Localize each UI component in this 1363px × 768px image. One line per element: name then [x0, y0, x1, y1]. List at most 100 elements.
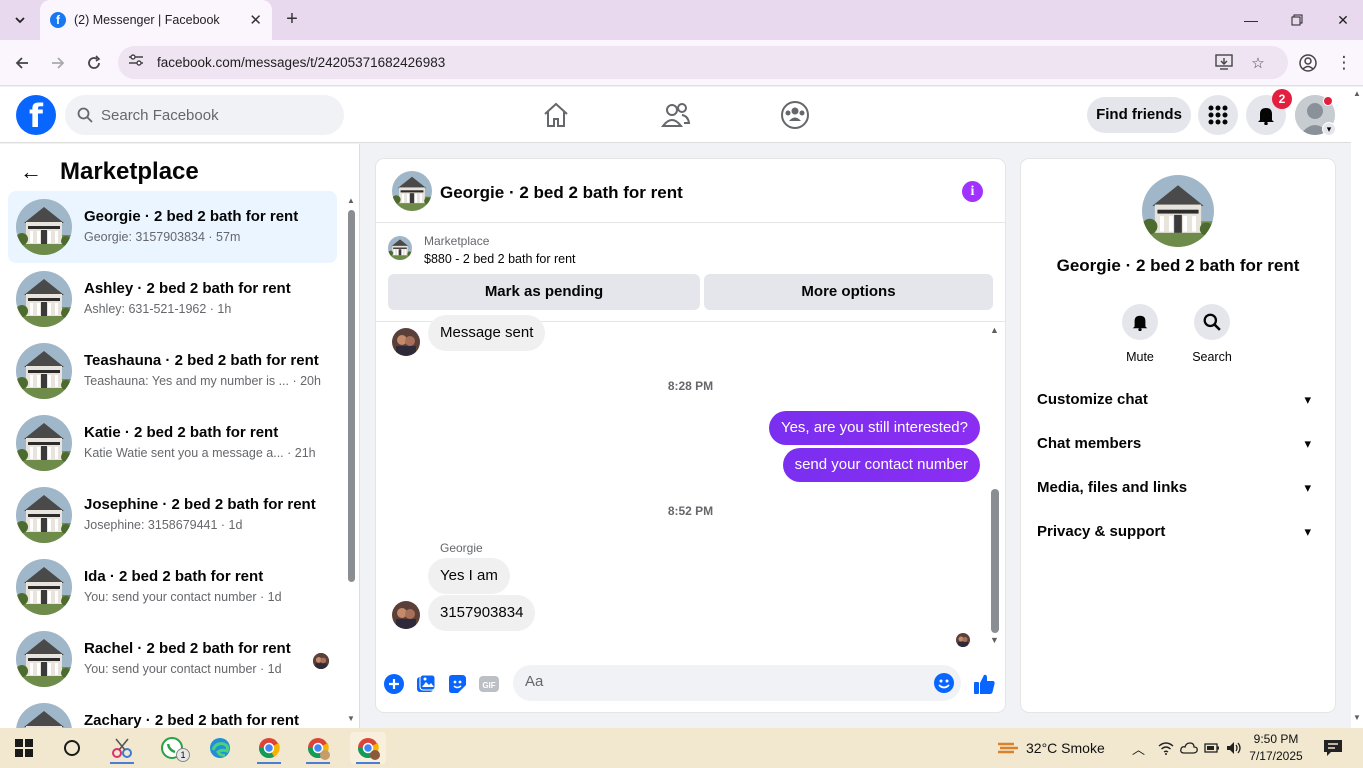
- listing-thumbnail: [16, 343, 72, 399]
- privacy-support-section[interactable]: Privacy & support ▾: [1037, 514, 1319, 550]
- conversation-item[interactable]: Ashley · 2 bed 2 bath for rent Ashley: 6…: [8, 263, 337, 335]
- conversation-name: Ashley · 2 bed 2 bath for rent: [84, 280, 291, 297]
- cloud-icon[interactable]: [1180, 728, 1198, 768]
- message-bubble-incoming[interactable]: 3157903834: [428, 595, 536, 631]
- conversation-item[interactable]: Teashauna · 2 bed 2 bath for rent Teasha…: [8, 335, 337, 407]
- search-icon: [77, 107, 93, 123]
- facebook-search-input[interactable]: [101, 106, 321, 124]
- back-button[interactable]: [9, 50, 35, 76]
- snipping-tool-icon[interactable]: [104, 732, 140, 764]
- url-text[interactable]: facebook.com/messages/t/2420537168242698…: [157, 55, 445, 70]
- forward-button[interactable]: [45, 50, 71, 76]
- conversation-item[interactable]: Josephine · 2 bed 2 bath for rent Joseph…: [8, 479, 337, 551]
- page-scrollbar[interactable]: ▲ ▼: [1351, 87, 1363, 728]
- friends-icon[interactable]: [660, 99, 692, 131]
- new-tab-button[interactable]: +: [280, 8, 304, 32]
- info-icon[interactable]: i: [962, 181, 983, 202]
- tab-search-chevron-icon[interactable]: [8, 8, 32, 32]
- emoji-icon[interactable]: [933, 672, 955, 694]
- scroll-down-arrow-icon[interactable]: ▼: [990, 635, 999, 645]
- chat-header: Georgie · 2 bed 2 bath for rent i: [376, 159, 1005, 223]
- message-bubble-incoming[interactable]: Message sent: [428, 315, 546, 351]
- menu-grid-button[interactable]: [1198, 95, 1238, 135]
- conversation-item[interactable]: Zachary · 2 bed 2 bath for rent: [8, 695, 337, 728]
- tab-close-icon[interactable]: ✕: [249, 11, 262, 29]
- conversation-preview: Teashauna: Yes and my number is ... · 20…: [84, 374, 321, 388]
- scroll-up-arrow-icon[interactable]: ▲: [990, 325, 999, 335]
- sender-avatar[interactable]: [392, 328, 420, 356]
- install-app-icon[interactable]: [1214, 54, 1234, 72]
- account-chevron-icon[interactable]: ▾: [1322, 122, 1336, 136]
- restore-button[interactable]: [1274, 0, 1320, 40]
- search-icon: [1203, 313, 1221, 331]
- edge-icon[interactable]: [202, 732, 238, 764]
- sticker-icon[interactable]: [446, 673, 468, 695]
- back-arrow-icon[interactable]: ←: [20, 159, 42, 185]
- message-input[interactable]: [525, 673, 915, 690]
- volume-icon[interactable]: [1226, 728, 1242, 768]
- media-files-links-section[interactable]: Media, files and links ▾: [1037, 470, 1319, 506]
- message-bubble-outgoing[interactable]: send your contact number: [782, 448, 980, 482]
- battery-icon[interactable]: [1204, 728, 1220, 768]
- windows-start-icon[interactable]: [6, 732, 42, 764]
- chat-title[interactable]: Georgie · 2 bed 2 bath for rent: [440, 183, 683, 203]
- scrollbar-thumb[interactable]: [991, 489, 999, 633]
- browser-tab-bar: f (2) Messenger | Facebook ✕ + — ✕: [0, 0, 1363, 40]
- listing-title[interactable]: $880 - 2 bed 2 bath for rent: [424, 252, 576, 266]
- scroll-down-arrow-icon[interactable]: ▼: [347, 714, 355, 723]
- mark-as-pending-button[interactable]: Mark as pending: [388, 274, 700, 310]
- chrome-profile-icon[interactable]: [300, 732, 336, 764]
- profile-icon[interactable]: [1295, 50, 1321, 76]
- chat-avatar-large[interactable]: [1142, 175, 1214, 247]
- conversation-name: Ida · 2 bed 2 bath for rent: [84, 568, 264, 585]
- message-input-box[interactable]: [513, 665, 961, 701]
- conversation-item[interactable]: Ida · 2 bed 2 bath for rent You: send yo…: [8, 551, 337, 623]
- chat-scrollbar[interactable]: ▲ ▼: [988, 323, 1002, 653]
- chrome-icon[interactable]: [251, 732, 287, 764]
- facebook-search[interactable]: [65, 95, 344, 135]
- listing-thumbnail[interactable]: [388, 236, 412, 260]
- message-bubble-outgoing[interactable]: Yes, are you still interested?: [768, 411, 980, 445]
- conversation-item[interactable]: Rachel · 2 bed 2 bath for rent You: send…: [8, 623, 337, 695]
- home-icon[interactable]: [540, 99, 572, 131]
- reload-button[interactable]: [81, 50, 107, 76]
- minimize-button[interactable]: —: [1228, 0, 1274, 40]
- more-options-button[interactable]: More options: [704, 274, 993, 310]
- search-circle-icon[interactable]: [54, 732, 90, 764]
- conversation-item[interactable]: Katie · 2 bed 2 bath for rent Katie Wati…: [8, 407, 337, 479]
- gif-icon[interactable]: GIF: [478, 673, 500, 695]
- photo-icon[interactable]: [415, 673, 437, 695]
- conversation-item[interactable]: Georgie · 2 bed 2 bath for rent Georgie:…: [8, 191, 337, 263]
- bookmark-star-icon[interactable]: ☆: [1248, 54, 1268, 72]
- browser-menu-icon[interactable]: ⋮: [1331, 50, 1357, 76]
- whatsapp-icon[interactable]: 1: [154, 732, 190, 764]
- thumbs-up-icon[interactable]: [972, 672, 996, 696]
- site-info-icon[interactable]: [126, 53, 146, 73]
- scrollbar-thumb[interactable]: [348, 210, 355, 582]
- groups-icon[interactable]: [779, 99, 811, 131]
- conversation-list-scrollbar[interactable]: ▲ ▼: [345, 194, 357, 728]
- plus-circle-icon[interactable]: [383, 673, 405, 695]
- chat-avatar[interactable]: [392, 171, 432, 211]
- wifi-icon[interactable]: [1158, 728, 1174, 768]
- clock[interactable]: 9:50 PM 7/17/2025: [1248, 731, 1304, 765]
- weather-widget[interactable]: 32°C Smoke: [996, 728, 1105, 768]
- chat-members-section[interactable]: Chat members ▾: [1037, 426, 1319, 462]
- find-friends-button[interactable]: Find friends: [1087, 97, 1191, 133]
- browser-tab[interactable]: f (2) Messenger | Facebook ✕: [40, 0, 272, 40]
- show-hidden-icons-chevron-icon[interactable]: ︿: [1132, 728, 1145, 768]
- scroll-up-arrow-icon[interactable]: ▲: [347, 196, 355, 205]
- omnibox[interactable]: facebook.com/messages/t/2420537168242698…: [118, 46, 1288, 79]
- mute-button[interactable]: Mute: [1110, 304, 1170, 364]
- chrome-active-icon[interactable]: [350, 732, 386, 764]
- listing-thumbnail: [16, 487, 72, 543]
- close-window-button[interactable]: ✕: [1320, 0, 1363, 40]
- marketplace-conversation-list: ← Marketplace Georgie · 2 bed 2 bath for…: [0, 144, 360, 728]
- facebook-logo-icon[interactable]: f: [16, 95, 56, 135]
- sender-avatar[interactable]: [392, 601, 420, 629]
- notification-center-icon[interactable]: [1323, 728, 1343, 768]
- message-bubble-incoming[interactable]: Yes I am: [428, 558, 510, 594]
- customize-chat-section[interactable]: Customize chat ▾: [1037, 382, 1319, 418]
- search-conversation-button[interactable]: Search: [1182, 304, 1242, 364]
- conversation-preview: You: send your contact number · 1d: [84, 590, 282, 604]
